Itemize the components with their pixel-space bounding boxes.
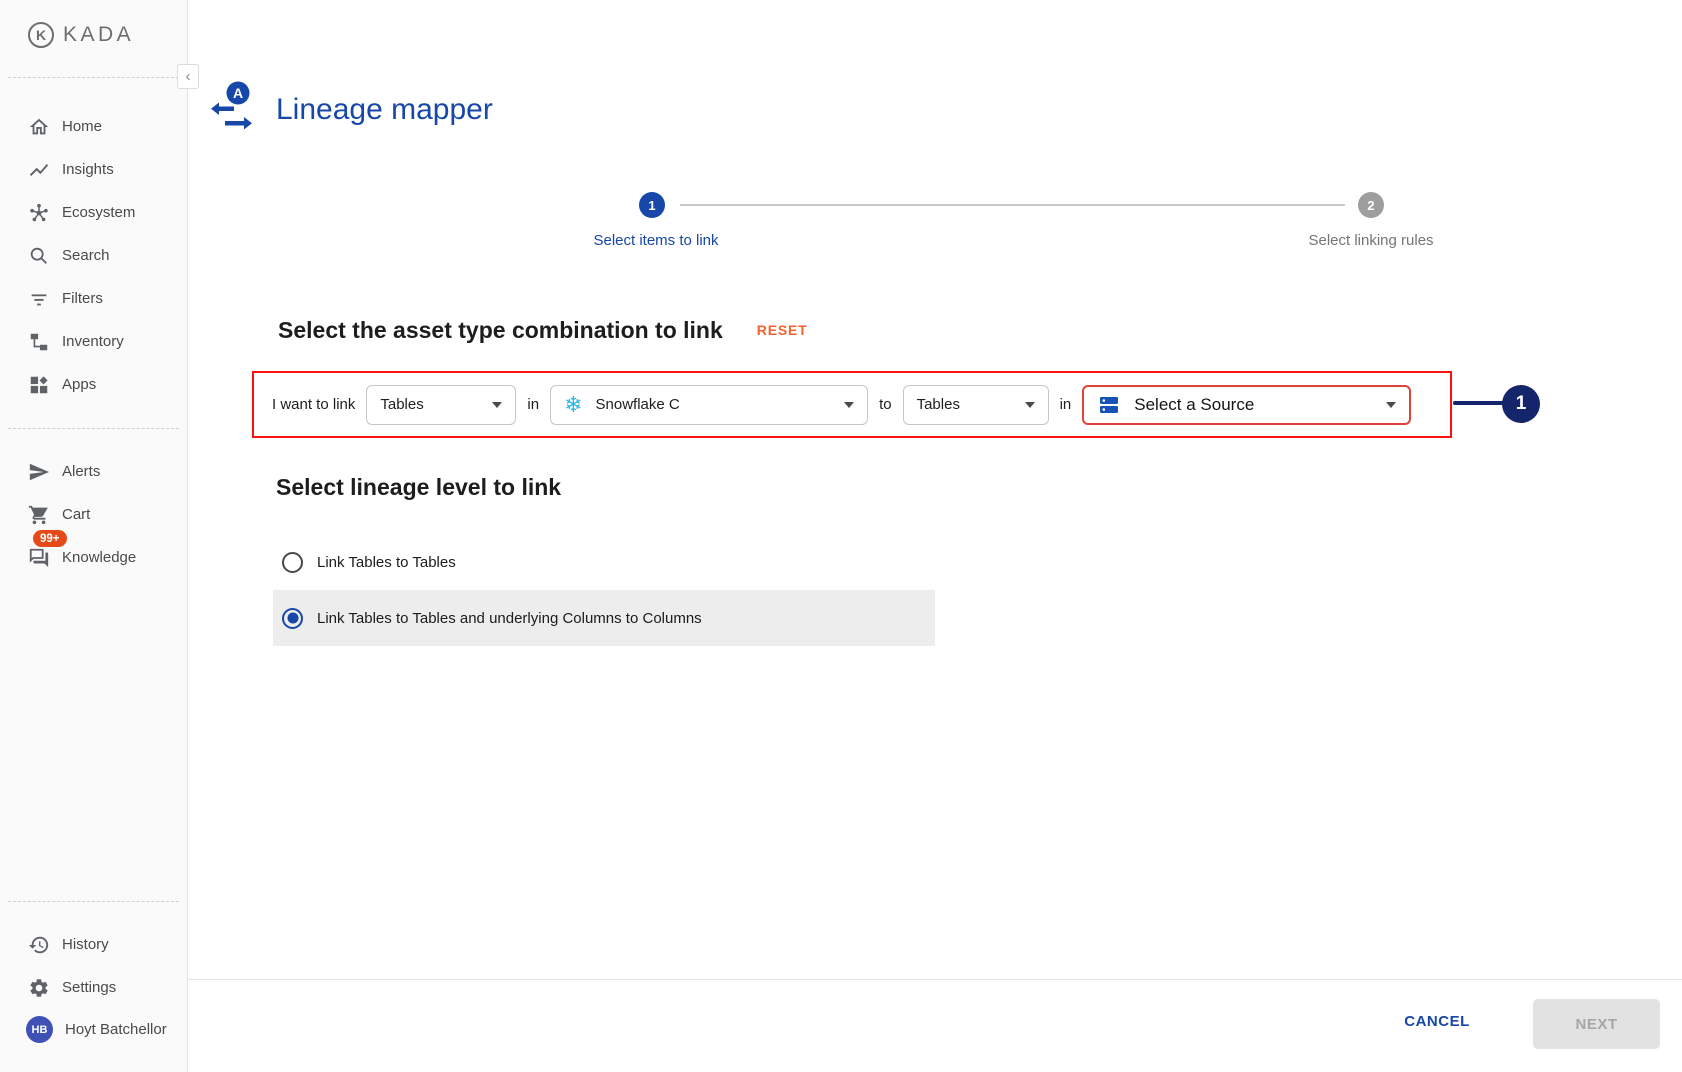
sidebar: K KADA ‹ Home Insights Ecosystem Search … [0,0,188,1072]
page-header: A Lineage mapper [210,80,493,139]
home-icon [28,116,50,138]
page-title: Lineage mapper [276,93,493,127]
lineage-level-heading: Select lineage level to link [276,474,561,501]
sidebar-item-label: Settings [62,979,116,996]
radio-unchecked-icon[interactable] [282,552,303,573]
sidebar-item-home[interactable]: Home [0,105,186,148]
chevron-down-icon [1025,402,1035,408]
stepper-connector [680,204,1345,206]
tree-icon [28,331,50,353]
source-system-select[interactable]: ❄ Snowflake C [550,385,868,425]
phrase-to: to [879,396,892,413]
sidebar-item-cart[interactable]: Cart [0,493,186,536]
phrase-lead: I want to link [272,396,355,413]
source-asset-type-select[interactable]: Tables [366,385,516,425]
step-2-label: Select linking rules [1308,232,1433,249]
source-database-icon [1097,393,1121,417]
sidebar-item-label: History [62,936,109,953]
step-1-indicator: 1 [639,192,665,218]
filter-icon [28,288,50,310]
radio-checked-icon[interactable] [282,608,303,629]
select-value: Snowflake C [596,396,680,413]
asset-combination-section-header: Select the asset type combination to lin… [278,316,807,344]
sidebar-item-label: Inventory [62,333,124,350]
sidebar-nav-secondary: Alerts Cart 99+ Knowledge [0,450,186,579]
sidebar-item-label: Ecosystem [62,204,135,221]
lineage-option-tables-and-columns[interactable]: Link Tables to Tables and underlying Col… [273,590,935,646]
sidebar-item-label: Knowledge [62,549,136,566]
target-asset-type-select[interactable]: Tables [903,385,1049,425]
cart-icon [28,504,50,526]
sidebar-divider [8,77,179,78]
sidebar-item-search[interactable]: Search [0,234,186,277]
sidebar-divider [8,901,179,902]
search-icon [28,245,50,267]
main-content: A Lineage mapper 1 2 Select items to lin… [188,0,1682,1072]
trending-up-icon [28,159,50,181]
sidebar-item-settings[interactable]: Settings [0,966,186,1009]
knowledge-count-badge: 99+ [33,530,67,547]
reset-button[interactable]: RESET [757,322,808,338]
asset-combination-highlight-box: I want to link Tables in ❄ Snowflake C t… [252,371,1452,438]
step-1-label: Select items to link [593,232,718,249]
sidebar-item-label: Search [62,247,110,264]
gear-icon [28,977,50,999]
sidebar-nav-main: Home Insights Ecosystem Search Filters I… [0,105,186,406]
kada-logo-icon: K [28,22,54,48]
sidebar-nav-bottom: History Settings [0,923,186,1009]
chevron-down-icon [1386,402,1396,408]
sidebar-collapse-button[interactable]: ‹ [177,64,199,89]
footer-divider [188,979,1682,980]
apps-grid-icon [28,374,50,396]
target-system-select[interactable]: Select a Source [1082,385,1411,425]
next-button[interactable]: NEXT [1533,999,1660,1049]
step-2-indicator: 2 [1358,192,1384,218]
sidebar-item-label: Insights [62,161,114,178]
chevron-down-icon [492,402,502,408]
phrase-in: in [527,396,539,413]
lineage-option-tables-to-tables[interactable]: Link Tables to Tables [273,539,935,585]
sidebar-item-label: Home [62,118,102,135]
avatar: HB [26,1016,53,1043]
cancel-button[interactable]: CANCEL [1387,1013,1487,1030]
phrase-in-2: in [1060,396,1072,413]
sidebar-item-ecosystem[interactable]: Ecosystem [0,191,186,234]
sidebar-divider [8,428,179,429]
sidebar-user[interactable]: HB Hoyt Batchellor [0,1008,186,1051]
select-value: Tables [380,396,423,413]
chevron-left-icon: ‹ [186,68,191,85]
sidebar-item-knowledge[interactable]: 99+ Knowledge [0,536,186,579]
annotation-connector-line [1453,401,1505,405]
select-placeholder: Select a Source [1134,395,1254,415]
sidebar-item-label: Apps [62,376,96,393]
select-value: Tables [917,396,960,413]
sidebar-item-filters[interactable]: Filters [0,277,186,320]
asset-combination-heading: Select the asset type combination to lin… [278,316,723,344]
history-icon [28,934,50,956]
send-icon [28,461,50,483]
chat-bubbles-icon [28,547,50,569]
user-name: Hoyt Batchellor [65,1021,167,1038]
chevron-down-icon [844,402,854,408]
lineage-mapper-icon: A [210,80,256,139]
sidebar-item-label: Alerts [62,463,100,480]
lineage-level-radio-group: Link Tables to Tables Link Tables to Tab… [273,539,935,646]
kada-logo: K KADA [28,22,134,48]
svg-text:A: A [233,85,243,101]
brand-name: KADA [63,23,134,47]
hub-icon [28,202,50,224]
sidebar-item-alerts[interactable]: Alerts [0,450,186,493]
sidebar-item-history[interactable]: History [0,923,186,966]
sidebar-item-apps[interactable]: Apps [0,363,186,406]
sidebar-item-insights[interactable]: Insights [0,148,186,191]
annotation-1-marker: 1 [1502,385,1540,423]
sidebar-item-label: Filters [62,290,103,307]
sidebar-item-inventory[interactable]: Inventory [0,320,186,363]
radio-option-label: Link Tables to Tables [317,554,456,571]
sidebar-item-label: Cart [62,506,90,523]
snowflake-icon: ❄ [564,394,582,416]
radio-option-label: Link Tables to Tables and underlying Col… [317,610,702,627]
